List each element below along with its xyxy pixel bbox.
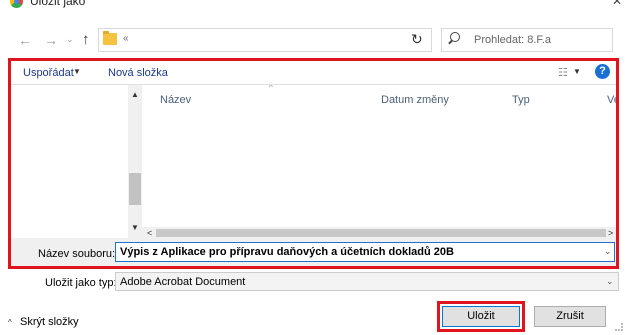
window-title: Uložit jako <box>30 0 86 8</box>
hide-folders-button[interactable]: Skrýt složky <box>20 316 79 328</box>
resize-grip-icon[interactable] <box>615 323 623 331</box>
highlight-frame <box>8 58 619 269</box>
address-bar[interactable]: « ↻ <box>98 28 432 52</box>
folder-icon <box>103 31 117 45</box>
app-icon <box>10 0 23 8</box>
close-icon[interactable]: ✕ <box>612 0 622 8</box>
forward-arrow-icon[interactable]: → <box>44 32 58 48</box>
save-as-type-select[interactable]: Adobe Acrobat Document ⌄ <box>115 272 619 291</box>
hide-folders-caret-icon[interactable]: ^ <box>8 318 12 327</box>
title-bar: Uložit jako ✕ <box>0 0 627 14</box>
save-button[interactable]: Uložit <box>442 306 520 327</box>
search-input[interactable]: Prohledat: 8.F.a <box>474 34 551 46</box>
save-as-type-value: Adobe Acrobat Document <box>120 276 246 288</box>
back-arrow-icon[interactable]: ← <box>18 32 32 48</box>
save-as-type-label: Uložit jako typ: <box>45 277 117 289</box>
breadcrumb[interactable]: « <box>123 33 129 44</box>
refresh-icon[interactable]: ↻ <box>411 31 423 48</box>
search-box[interactable]: Prohledat: 8.F.a <box>441 28 613 52</box>
up-folder-icon[interactable]: ↑ <box>82 31 90 48</box>
search-icon <box>450 32 460 42</box>
type-dropdown-icon[interactable]: ⌄ <box>606 276 614 287</box>
cancel-button[interactable]: Zrušit <box>534 306 606 327</box>
recent-locations-chevron-icon[interactable]: ⌄ <box>66 34 74 45</box>
